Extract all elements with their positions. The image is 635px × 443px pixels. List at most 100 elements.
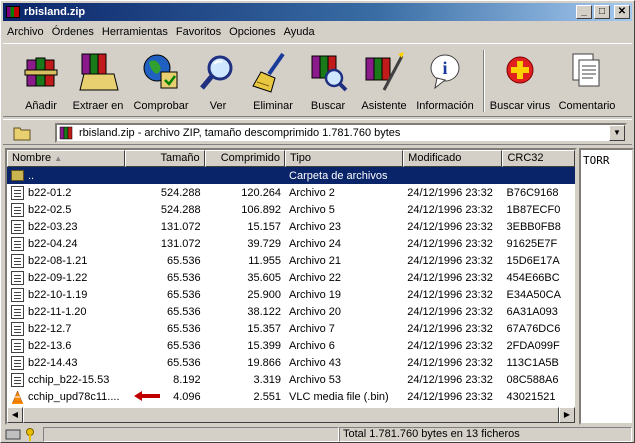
view-button[interactable]: Ver bbox=[193, 48, 243, 116]
col-comprimido[interactable]: Comprimido bbox=[204, 150, 286, 167]
scroll-thumb[interactable] bbox=[23, 407, 559, 423]
file-name: b22-13.6 bbox=[28, 339, 72, 352]
table-row[interactable]: b22-10-1.19 65.536 25.900 Archivo 19 24/12/1… bbox=[7, 286, 575, 303]
file-name: b22-08-1.21 bbox=[28, 254, 88, 267]
table-row[interactable]: b22-03.23 131.072 15.157 Archivo 23 24/12/19… bbox=[7, 218, 575, 235]
col-nombre[interactable]: Nombre ▲ bbox=[7, 150, 126, 167]
menu-archivo[interactable]: Archivo bbox=[3, 23, 48, 41]
wizard-label: Asistente bbox=[361, 100, 407, 112]
folder-icon bbox=[11, 170, 24, 181]
col-tipo[interactable]: Tipo bbox=[285, 150, 404, 167]
file-name: b22-09-1.22 bbox=[28, 271, 88, 284]
table-row[interactable]: .. Carpeta de archivos bbox=[7, 167, 575, 184]
file-icon bbox=[11, 338, 24, 353]
cell-crc32: 67A76DC6 bbox=[506, 322, 561, 335]
find-label: Buscar bbox=[310, 100, 346, 112]
virus-scan-button[interactable]: Buscar virus bbox=[489, 48, 551, 116]
table-row[interactable]: b22-12.7 65.536 15.357 Archivo 7 24/12/1996 … bbox=[7, 320, 575, 337]
address-dropdown-button[interactable]: ▼ bbox=[609, 125, 625, 141]
winrar-window: rbisland.zip _ □ ✕ Archivo Órdenes Herra… bbox=[0, 0, 635, 443]
table-row[interactable]: cchip_upd78c11.... 4.096 2.551 VLC media fi… bbox=[7, 388, 575, 405]
file-name: b22-12.7 bbox=[28, 322, 72, 335]
cell-comprimido: 19.866 bbox=[247, 356, 282, 369]
cell-tipo: Archivo 19 bbox=[289, 288, 342, 301]
find-books-icon bbox=[311, 55, 348, 92]
cell-modificado: 24/12/1996 23:32 bbox=[407, 305, 493, 318]
cell-tamano: 131.072 bbox=[160, 220, 201, 233]
cell-tamano: 524.288 bbox=[160, 186, 201, 199]
cell-comprimido: 106.892 bbox=[241, 203, 282, 216]
zip-archive-icon bbox=[59, 126, 73, 140]
cell-tipo: Archivo 2 bbox=[289, 186, 335, 199]
menu-opciones[interactable]: Opciones bbox=[225, 23, 279, 41]
file-icon bbox=[11, 236, 24, 251]
cell-nombre: b22-12.7 bbox=[7, 321, 125, 336]
scroll-right-button[interactable]: ▶ bbox=[559, 407, 575, 423]
cell-tipo: Archivo 43 bbox=[289, 356, 342, 369]
file-name: b22-01.2 bbox=[28, 186, 72, 199]
close-button[interactable]: ✕ bbox=[614, 5, 630, 19]
cell-nombre: b22-13.6 bbox=[7, 338, 125, 353]
file-icon bbox=[11, 185, 24, 200]
cell-comprimido: 2.551 bbox=[253, 390, 282, 403]
menu-ayuda[interactable]: Ayuda bbox=[280, 23, 319, 41]
cell-crc32: B76C9168 bbox=[506, 186, 559, 199]
column-header: Nombre ▲ Tamaño Comprimido Tipo Modifica… bbox=[7, 150, 575, 167]
cell-tipo: Archivo 6 bbox=[289, 339, 335, 352]
cell-crc32: 2FDA099F bbox=[506, 339, 560, 352]
cell-modificado: 24/12/1996 23:32 bbox=[407, 356, 493, 369]
menu-favoritos[interactable]: Favoritos bbox=[172, 23, 225, 41]
address-field[interactable]: rbisland.zip - archivo ZIP, tamaño desco… bbox=[55, 123, 627, 143]
delete-button[interactable]: Eliminar bbox=[245, 48, 301, 116]
cell-tamano: 524.288 bbox=[160, 203, 201, 216]
col-crc32[interactable]: CRC32 bbox=[502, 150, 575, 167]
comment-pane[interactable]: TORR bbox=[579, 148, 634, 425]
table-row[interactable]: b22-11-1.20 65.536 38.122 Archivo 20 24/12/1… bbox=[7, 303, 575, 320]
minimize-button[interactable]: _ bbox=[576, 5, 592, 19]
table-row[interactable]: b22-14.43 65.536 19.866 Archivo 43 24/12/199… bbox=[7, 354, 575, 371]
comment-label: Comentario bbox=[558, 100, 616, 112]
add-label: Añadir bbox=[25, 100, 57, 112]
file-list[interactable]: Nombre ▲ Tamaño Comprimido Tipo Modifica… bbox=[5, 148, 577, 425]
file-name: b22-04.24 bbox=[28, 237, 78, 250]
file-icon bbox=[11, 270, 24, 285]
menu-herramientas[interactable]: Herramientas bbox=[98, 23, 172, 41]
extract-button[interactable]: Extraer en bbox=[67, 48, 129, 116]
cell-nombre: b22-11-1.20 bbox=[7, 304, 125, 319]
winrar-app-icon bbox=[5, 5, 21, 19]
wizard-button[interactable]: Asistente bbox=[357, 48, 411, 116]
table-row[interactable]: b22-08-1.21 65.536 11.955 Archivo 21 24/12/1… bbox=[7, 252, 575, 269]
cell-nombre: cchip_upd78c11.... bbox=[7, 389, 125, 404]
col-tamano[interactable]: Tamaño bbox=[125, 150, 205, 167]
add-button[interactable]: Añadir bbox=[15, 48, 67, 116]
col-modificado[interactable]: Modificado bbox=[403, 150, 503, 167]
comment-button[interactable]: Comentario bbox=[555, 48, 619, 116]
cell-tipo: Archivo 21 bbox=[289, 254, 342, 267]
table-row[interactable]: b22-04.24 131.072 39.729 Archivo 24 24/12/19… bbox=[7, 235, 575, 252]
table-row[interactable]: b22-13.6 65.536 15.399 Archivo 6 24/12/1996 … bbox=[7, 337, 575, 354]
find-button[interactable]: Buscar bbox=[303, 48, 353, 116]
scroll-left-button[interactable]: ◀ bbox=[7, 407, 23, 423]
cell-tamano: 65.536 bbox=[166, 339, 201, 352]
file-rows: .. Carpeta de archivos b22-01.2 524.288 120.… bbox=[7, 167, 575, 405]
red-arrow-icon bbox=[134, 391, 160, 401]
file-icon bbox=[11, 253, 24, 268]
file-name: b22-03.23 bbox=[28, 220, 78, 233]
file-icon bbox=[11, 202, 24, 217]
table-row[interactable]: cchip_b22-15.53 8.192 3.319 Archivo 53 24/12… bbox=[7, 371, 575, 388]
table-row[interactable]: b22-09-1.22 65.536 35.605 Archivo 22 24/12/1… bbox=[7, 269, 575, 286]
folder-up-icon[interactable] bbox=[11, 123, 33, 143]
table-row[interactable]: b22-02.5 524.288 106.892 Archivo 5 24/12/199… bbox=[7, 201, 575, 218]
test-button[interactable]: Comprobar bbox=[131, 48, 191, 116]
maximize-button[interactable]: □ bbox=[594, 5, 610, 19]
menu-ordenes[interactable]: Órdenes bbox=[48, 23, 98, 41]
test-label: Comprobar bbox=[133, 100, 189, 112]
table-row[interactable]: b22-01.2 524.288 120.264 Archivo 2 24/12/199… bbox=[7, 184, 575, 201]
cell-crc32: 91625E7F bbox=[506, 237, 558, 250]
title-bar[interactable]: rbisland.zip _ □ ✕ bbox=[3, 3, 632, 21]
horizontal-scrollbar[interactable]: ◀ ▶ bbox=[7, 407, 575, 423]
cell-nombre: cchip_b22-15.53 bbox=[7, 372, 125, 387]
info-button[interactable]: i Información bbox=[413, 48, 477, 116]
cell-comprimido: 15.357 bbox=[247, 322, 282, 335]
cell-comprimido: 3.319 bbox=[253, 373, 282, 386]
